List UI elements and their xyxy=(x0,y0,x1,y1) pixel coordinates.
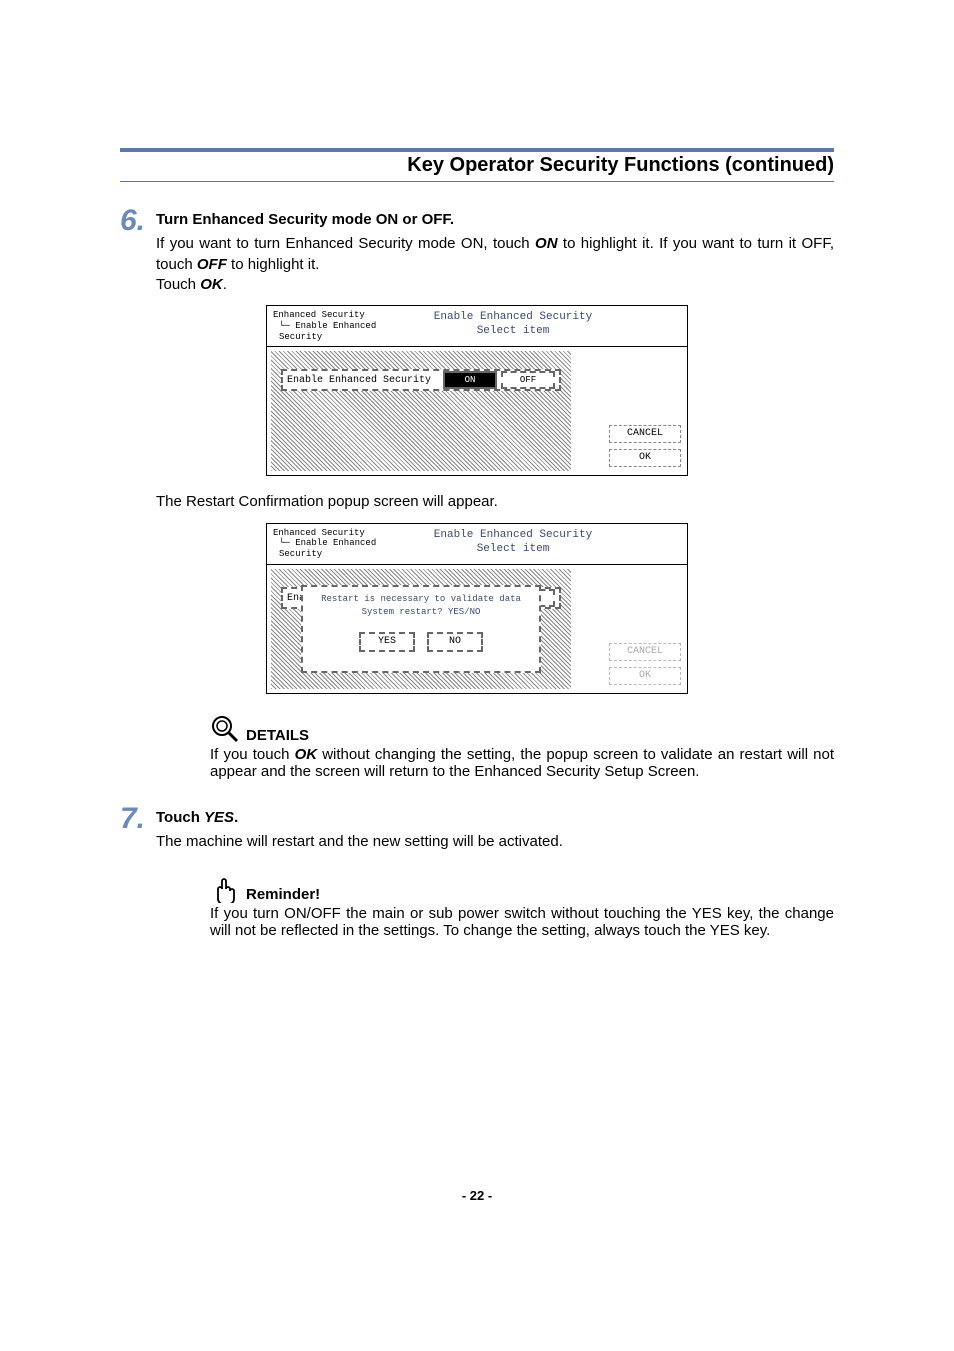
callout-head: DETAILS xyxy=(210,714,834,744)
setting-label: Enable Enhanced Security xyxy=(287,375,439,386)
callout-body: If you touch OK without changing the set… xyxy=(210,746,834,780)
on-button[interactable]: ON xyxy=(443,371,497,389)
callout-title: Reminder! xyxy=(246,886,320,903)
cancel-button: CANCEL xyxy=(609,643,681,661)
breadcrumb: Enhanced Security └─ Enable Enhanced Sec… xyxy=(267,306,409,346)
hand-icon xyxy=(210,873,240,903)
breadcrumb: Enhanced Security └─ Enable Enhanced Sec… xyxy=(267,524,409,564)
no-button[interactable]: NO xyxy=(427,632,483,652)
screen-header: Enhanced Security └─ Enable Enhanced Sec… xyxy=(267,524,687,565)
step-7: 7. Touch YES. The machine will restart a… xyxy=(120,804,834,853)
screen-title: Enable Enhanced Security Select item xyxy=(409,306,617,346)
side-buttons: CANCEL OK xyxy=(575,565,687,693)
step-number: 6. xyxy=(120,206,156,236)
popup-buttons: YES NO xyxy=(303,632,539,652)
setting-row: Enable Enhanced Security ON OFF xyxy=(281,369,561,391)
callout-head: Reminder! xyxy=(210,873,834,903)
magnifier-icon xyxy=(210,714,240,744)
step-title: Touch YES. xyxy=(156,808,834,828)
step-body: If you want to turn Enhanced Security mo… xyxy=(156,234,834,295)
details-callout: DETAILS If you touch OK without changing… xyxy=(210,714,834,780)
callout-title: DETAILS xyxy=(246,727,309,744)
popup-message: Restart is necessary to validate data Sy… xyxy=(303,593,539,618)
step-number: 7. xyxy=(120,804,156,834)
screen-body: Enabl OFF Restart is necessary to valida… xyxy=(267,565,687,693)
step-body: The machine will restart and the new set… xyxy=(156,832,834,852)
step-title: Turn Enhanced Security mode ON or OFF. xyxy=(156,210,834,230)
side-buttons: CANCEL OK xyxy=(575,347,687,475)
step-content: Turn Enhanced Security mode ON or OFF. I… xyxy=(156,206,834,295)
yes-button[interactable]: YES xyxy=(359,632,415,652)
settings-panel: Enabl OFF Restart is necessary to valida… xyxy=(271,569,571,689)
screen-body: Enable Enhanced Security ON OFF CANCEL O… xyxy=(267,347,687,475)
section-title: Key Operator Security Functions (continu… xyxy=(120,154,834,177)
callout-body: If you turn ON/OFF the main or sub power… xyxy=(210,905,834,939)
restart-popup: Restart is necessary to validate data Sy… xyxy=(301,585,541,673)
reminder-callout: Reminder! If you turn ON/OFF the main or… xyxy=(210,873,834,939)
screenshot-restart-confirm: Enhanced Security └─ Enable Enhanced Sec… xyxy=(266,523,688,694)
step-6: 6. Turn Enhanced Security mode ON or OFF… xyxy=(120,206,834,295)
restart-note: The Restart Confirmation popup screen wi… xyxy=(120,486,834,512)
screenshot-enable-security: Enhanced Security └─ Enable Enhanced Sec… xyxy=(266,305,688,476)
section-header: Key Operator Security Functions (continu… xyxy=(120,148,834,182)
cancel-button[interactable]: CANCEL xyxy=(609,425,681,443)
step-content: Touch YES. The machine will restart and … xyxy=(156,804,834,853)
ok-button[interactable]: OK xyxy=(609,449,681,467)
settings-panel: Enable Enhanced Security ON OFF xyxy=(271,351,571,471)
screen-title: Enable Enhanced Security Select item xyxy=(409,524,617,564)
ok-button: OK xyxy=(609,667,681,685)
off-button[interactable]: OFF xyxy=(501,371,555,389)
page-number: - 22 - xyxy=(0,1188,954,1203)
document-page: Key Operator Security Functions (continu… xyxy=(0,0,954,1351)
screen-header: Enhanced Security └─ Enable Enhanced Sec… xyxy=(267,306,687,347)
